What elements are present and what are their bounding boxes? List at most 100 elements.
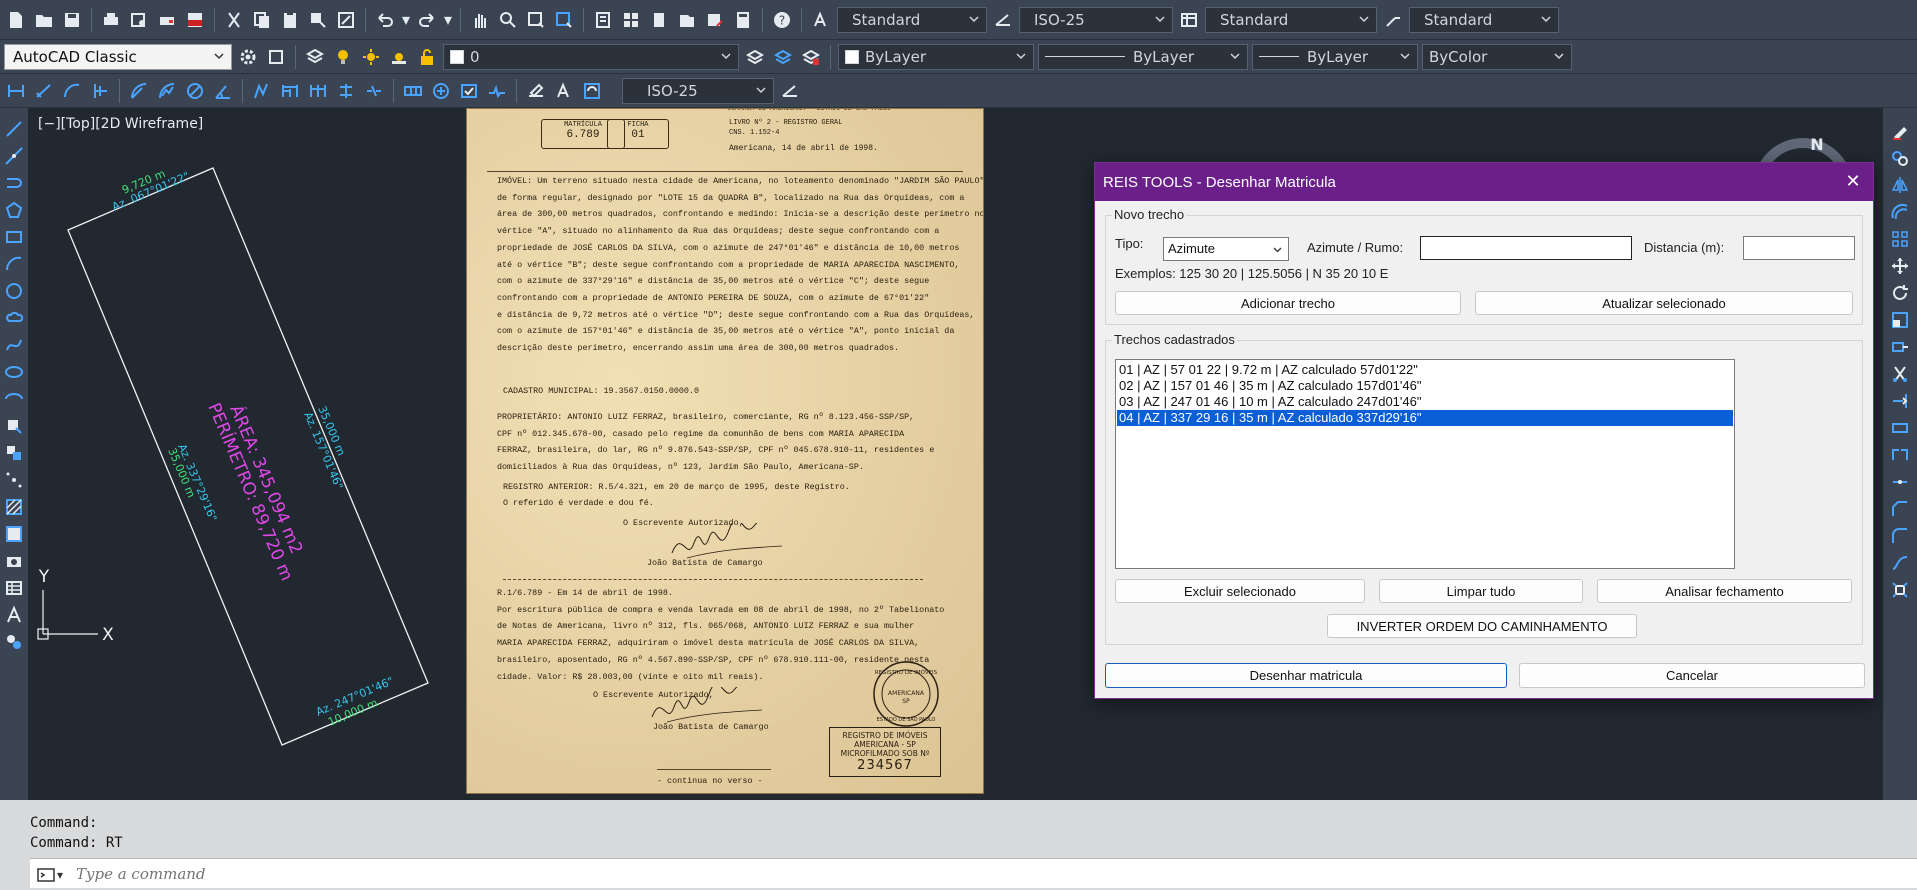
- plotstyle-select[interactable]: ByColor: [1422, 43, 1572, 70]
- make-object-layer-current-icon[interactable]: [743, 45, 767, 69]
- close-icon[interactable]: ✕: [1843, 171, 1863, 191]
- construction-line-icon[interactable]: [3, 145, 25, 167]
- diameter-dimension-icon[interactable]: [183, 79, 207, 103]
- move-icon[interactable]: [1889, 255, 1911, 277]
- circle-icon[interactable]: [3, 280, 25, 302]
- join-icon[interactable]: [1889, 471, 1911, 493]
- inverter-ordem-button[interactable]: INVERTER ORDEM DO CAMINHAMENTO: [1327, 614, 1637, 638]
- help-icon[interactable]: ?: [770, 8, 794, 32]
- zoom-realtime-icon[interactable]: [496, 8, 520, 32]
- dimension-update-icon[interactable]: [580, 79, 604, 103]
- dimension-style-select[interactable]: ISO-25: [622, 77, 774, 104]
- paste-icon[interactable]: [278, 8, 302, 32]
- properties-icon[interactable]: [591, 8, 615, 32]
- center-mark-icon[interactable]: [429, 79, 453, 103]
- command-input[interactable]: [76, 864, 1776, 883]
- hatch-icon[interactable]: [3, 496, 25, 518]
- azimute-input[interactable]: [1420, 236, 1632, 260]
- radius-dimension-icon[interactable]: [127, 79, 151, 103]
- scale-icon[interactable]: [1889, 309, 1911, 331]
- workspace-save-icon[interactable]: [264, 45, 288, 69]
- insert-block-icon[interactable]: [3, 415, 25, 437]
- dim-style-select[interactable]: ISO-25: [1019, 6, 1173, 33]
- stretch-icon[interactable]: [1889, 336, 1911, 358]
- layer-select[interactable]: 0: [443, 43, 739, 70]
- pan-icon[interactable]: [468, 8, 492, 32]
- ordinate-dimension-icon[interactable]: [88, 79, 112, 103]
- print-preview-icon[interactable]: [127, 8, 151, 32]
- limpar-tudo-button[interactable]: Limpar tudo: [1379, 579, 1583, 603]
- rectangle-icon[interactable]: [3, 226, 25, 248]
- match-properties-icon[interactable]: [306, 8, 330, 32]
- multileader-style-icon[interactable]: [1381, 8, 1405, 32]
- ellipse-arc-icon[interactable]: [3, 388, 25, 410]
- array-icon[interactable]: [1889, 228, 1911, 250]
- aligned-dimension-icon[interactable]: [32, 79, 56, 103]
- blend-curves-icon[interactable]: [1889, 552, 1911, 574]
- layer-properties-icon[interactable]: [303, 45, 327, 69]
- tipo-select[interactable]: Azimute: [1163, 237, 1289, 261]
- copy-icon[interactable]: [250, 8, 274, 32]
- inspection-icon[interactable]: [457, 79, 481, 103]
- zoom-window-icon[interactable]: [524, 8, 548, 32]
- distancia-input[interactable]: [1743, 236, 1855, 260]
- point-icon[interactable]: [3, 469, 25, 491]
- dim-style-icon[interactable]: [991, 8, 1015, 32]
- gradient-icon[interactable]: [3, 523, 25, 545]
- design-center-icon[interactable]: [619, 8, 643, 32]
- ellipse-icon[interactable]: [3, 361, 25, 383]
- layer-thaw-sun-icon[interactable]: [359, 45, 383, 69]
- list-item[interactable]: 01 | AZ | 57 01 22 | 9.72 m | AZ calcula…: [1117, 362, 1733, 378]
- command-history-dropdown-icon[interactable]: ▾: [54, 863, 66, 887]
- text-style-select[interactable]: Standard: [837, 6, 987, 33]
- table-style-icon[interactable]: [1177, 8, 1201, 32]
- baseline-dimension-icon[interactable]: [278, 79, 302, 103]
- sheet-set-icon[interactable]: [675, 8, 699, 32]
- erase-icon[interactable]: [1889, 120, 1911, 142]
- open-folder-icon[interactable]: [32, 8, 56, 32]
- jogged-dimension-icon[interactable]: [155, 79, 179, 103]
- layer-unlock-icon[interactable]: [415, 45, 439, 69]
- cut-icon[interactable]: [222, 8, 246, 32]
- list-item[interactable]: 03 | AZ | 247 01 46 | 10 m | AZ calculad…: [1117, 394, 1733, 410]
- dimension-edit-icon[interactable]: [524, 79, 548, 103]
- break-at-point-icon[interactable]: [1889, 417, 1911, 439]
- dwf-export-icon[interactable]: [183, 8, 207, 32]
- tolerance-icon[interactable]: [401, 79, 425, 103]
- table-style-select[interactable]: Standard: [1205, 6, 1377, 33]
- multiline-text-icon[interactable]: [3, 604, 25, 626]
- zoom-previous-icon[interactable]: [552, 8, 576, 32]
- line-tool-icon[interactable]: [3, 118, 25, 140]
- undo-dropdown-icon[interactable]: ▾: [401, 8, 411, 32]
- layer-on-bulb-icon[interactable]: [331, 45, 355, 69]
- lineweight-select[interactable]: ByLayer: [1252, 43, 1418, 70]
- layer-viewport-freeze-icon[interactable]: [387, 45, 411, 69]
- save-icon[interactable]: [60, 8, 84, 32]
- revision-cloud-icon[interactable]: [3, 307, 25, 329]
- redo-icon[interactable]: [415, 8, 439, 32]
- mirror-icon[interactable]: [1889, 174, 1911, 196]
- cancelar-button[interactable]: Cancelar: [1519, 663, 1865, 688]
- arc-icon[interactable]: [3, 253, 25, 275]
- undo-icon[interactable]: [373, 8, 397, 32]
- dimension-text-edit-icon[interactable]: [552, 79, 576, 103]
- continue-dimension-icon[interactable]: [306, 79, 330, 103]
- copy-object-icon[interactable]: [1889, 147, 1911, 169]
- text-style-icon[interactable]: [809, 8, 833, 32]
- angular-dimension-icon[interactable]: [211, 79, 235, 103]
- make-block-icon[interactable]: [3, 442, 25, 464]
- compass-north-label[interactable]: N: [1810, 135, 1823, 154]
- plot-icon[interactable]: [155, 8, 179, 32]
- command-line[interactable]: ▾: [30, 858, 1917, 888]
- block-editor-icon[interactable]: [334, 8, 358, 32]
- quick-dimension-icon[interactable]: [250, 79, 274, 103]
- print-icon[interactable]: [99, 8, 123, 32]
- trim-icon[interactable]: [1889, 363, 1911, 385]
- list-item-selected[interactable]: 04 | AZ | 337 29 16 | 35 m | AZ calculad…: [1117, 410, 1733, 426]
- offset-icon[interactable]: [1889, 201, 1911, 223]
- dimension-break-icon[interactable]: [362, 79, 386, 103]
- tool-palettes-icon[interactable]: [647, 8, 671, 32]
- new-file-icon[interactable]: [4, 8, 28, 32]
- explode-icon[interactable]: [1889, 579, 1911, 601]
- list-item[interactable]: 02 | AZ | 157 01 46 | 35 m | AZ calculad…: [1117, 378, 1733, 394]
